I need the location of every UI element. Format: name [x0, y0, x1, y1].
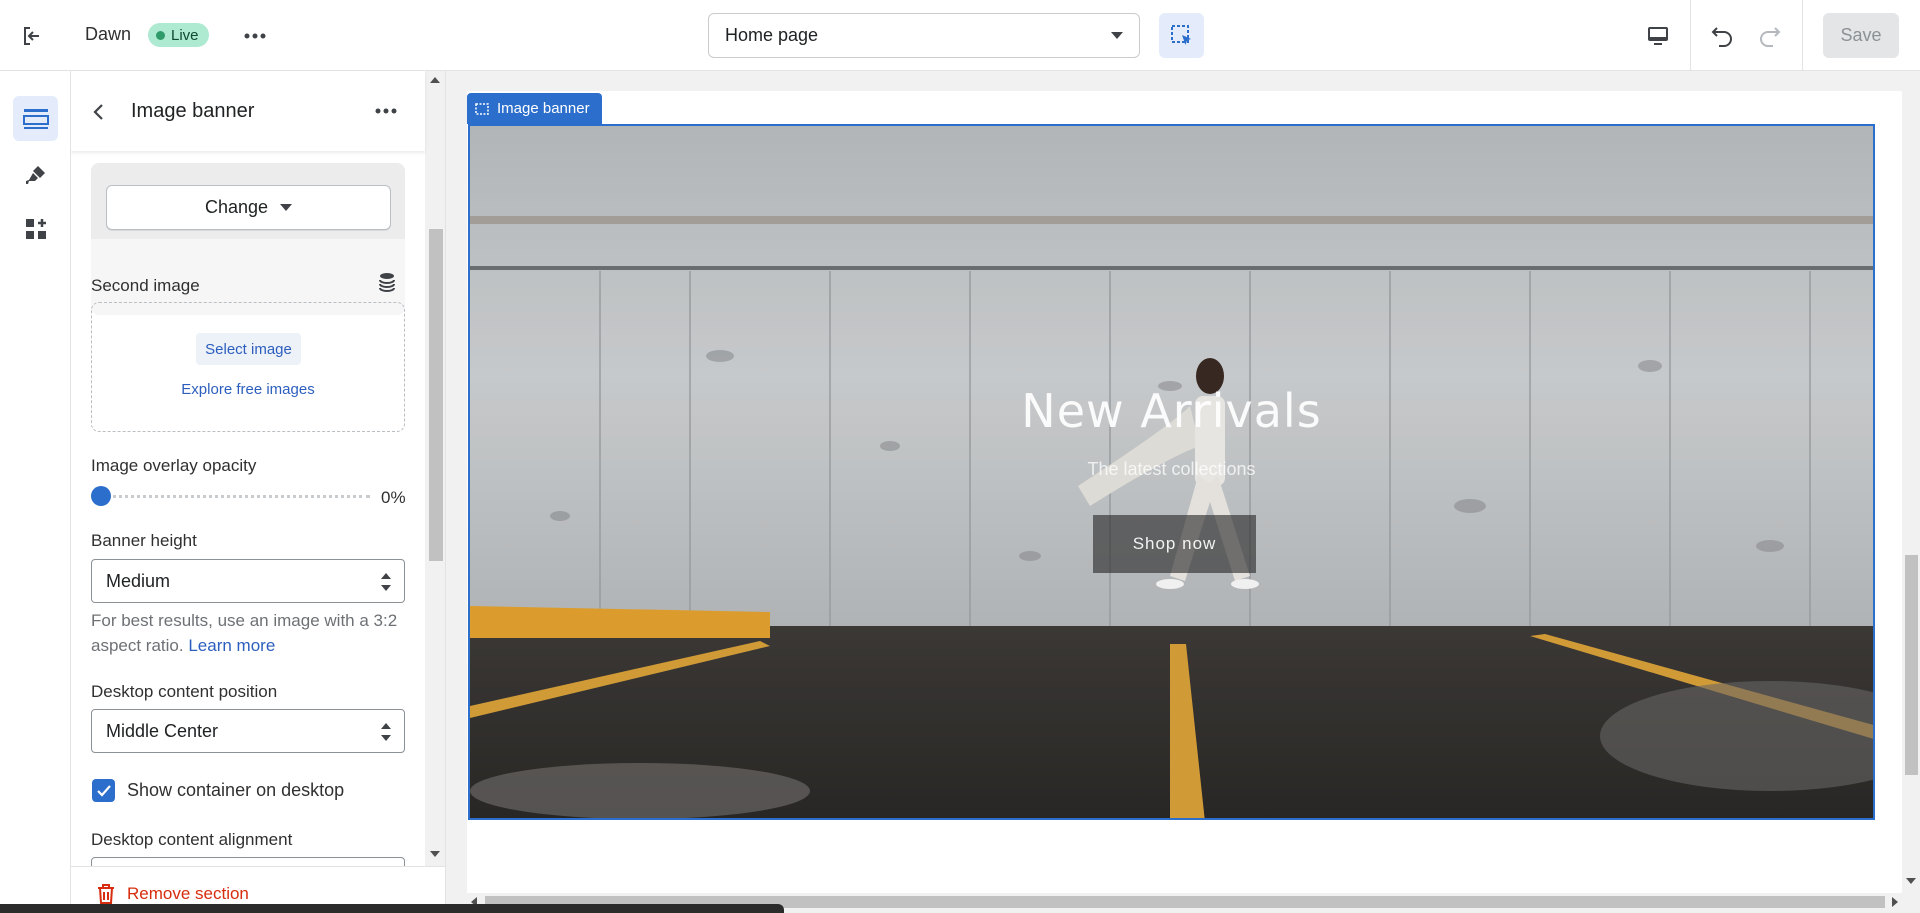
- panel-title: Image banner: [131, 100, 255, 122]
- browser-status-bar: [0, 904, 784, 913]
- scroll-thumb[interactable]: [429, 229, 443, 561]
- remove-section-label: Remove section: [127, 884, 249, 903]
- overlay-opacity-slider[interactable]: [100, 495, 370, 498]
- scroll-up-icon[interactable]: [430, 77, 440, 83]
- status-dot-icon: [156, 30, 165, 40]
- chevron-down-icon: [1111, 32, 1123, 39]
- scroll-thumb[interactable]: [1905, 555, 1918, 775]
- caret-down-icon: [280, 204, 293, 211]
- undo-icon[interactable]: [1707, 20, 1739, 52]
- section-more-icon[interactable]: [371, 100, 401, 122]
- section-icon: [475, 102, 489, 115]
- preview-area: Image banner New Arrivals The latest col…: [446, 71, 1920, 913]
- overlay-opacity-value: 0%: [381, 488, 406, 507]
- preview-vertical-scrollbar[interactable]: [1902, 91, 1920, 884]
- exit-icon[interactable]: [18, 22, 46, 50]
- sections-icon[interactable]: [13, 96, 58, 141]
- select-arrows-icon: [380, 723, 392, 741]
- second-image-dropzone[interactable]: Select image Explore free images: [91, 302, 405, 432]
- change-label: Change: [204, 197, 269, 217]
- show-container-checkbox[interactable]: [92, 779, 115, 802]
- shop-now-button[interactable]: Shop now: [1093, 515, 1256, 573]
- preview-frame: Image banner New Arrivals The latest col…: [467, 91, 1902, 903]
- back-arrow-icon[interactable]: [87, 101, 109, 123]
- show-container-label: Show container on desktop: [127, 780, 345, 800]
- banner-height-select[interactable]: Medium: [91, 559, 405, 603]
- image-banner-section[interactable]: New Arrivals The latest collections Shop…: [468, 124, 1875, 820]
- apps-add-block-icon[interactable]: [13, 206, 58, 251]
- content-position-value: Middle Center: [106, 720, 219, 741]
- live-status-badge: Live: [148, 23, 209, 47]
- second-image-label: Second image: [91, 276, 200, 295]
- banner-height-value: Medium: [106, 570, 171, 591]
- overlay-opacity-label: Image overlay opacity: [91, 456, 257, 475]
- trash-icon: [98, 884, 114, 904]
- save-button[interactable]: Save: [1823, 13, 1899, 58]
- divider: [1690, 0, 1691, 71]
- learn-more-link[interactable]: Learn more: [188, 636, 275, 655]
- content-alignment-label: Desktop content alignment: [91, 830, 293, 849]
- scroll-down-icon[interactable]: [1906, 878, 1916, 884]
- theme-name: Dawn: [85, 24, 132, 44]
- dynamic-source-icon[interactable]: [376, 271, 398, 293]
- divider: [1802, 0, 1803, 71]
- checkmark-icon: [96, 784, 111, 797]
- panel-scrollbar[interactable]: [425, 71, 445, 866]
- inspector-toggle-icon[interactable]: [1159, 13, 1204, 58]
- slider-handle[interactable]: [91, 486, 111, 506]
- select-image-button[interactable]: Select image: [196, 333, 301, 365]
- sidebar-rail: [0, 71, 71, 913]
- top-bar: Dawn Live Home page Save: [0, 0, 1920, 71]
- page-selector-value: Home page: [725, 25, 819, 45]
- theme-settings-brush-icon[interactable]: [13, 152, 58, 197]
- banner-height-label: Banner height: [91, 531, 197, 550]
- content-position-select[interactable]: Middle Center: [91, 709, 405, 753]
- scroll-down-icon[interactable]: [430, 851, 440, 857]
- section-label-text: Image banner: [497, 100, 590, 117]
- scroll-right-icon[interactable]: [1892, 897, 1898, 907]
- more-actions-icon[interactable]: [240, 22, 270, 50]
- desktop-preview-icon[interactable]: [1642, 20, 1674, 52]
- panel-header: Image banner: [71, 71, 425, 151]
- section-label-tag[interactable]: Image banner: [467, 93, 602, 124]
- redo-icon[interactable]: [1753, 20, 1785, 52]
- settings-panel: Image banner Change Second image Select …: [71, 71, 446, 913]
- page-selector[interactable]: Home page: [708, 13, 1140, 58]
- change-image-button[interactable]: Change: [106, 185, 391, 230]
- live-label: Live: [171, 26, 199, 44]
- help-text: For best results, use an image with a 3:…: [91, 608, 411, 658]
- banner-heading: New Arrivals: [1021, 384, 1322, 438]
- explore-free-images-link[interactable]: Explore free images: [92, 381, 404, 398]
- remove-section-button[interactable]: Remove section: [97, 884, 249, 904]
- select-arrows-icon: [380, 573, 392, 591]
- banner-subheading: The latest collections: [1087, 459, 1256, 479]
- content-position-label: Desktop content position: [91, 682, 278, 701]
